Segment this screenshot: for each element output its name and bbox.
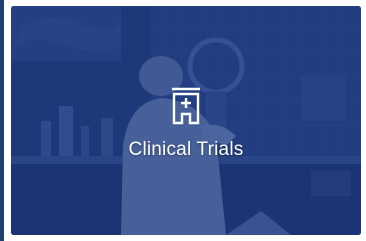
card-content: Clinical Trials: [11, 6, 361, 235]
card-title: Clinical Trials: [128, 138, 244, 160]
clinical-trials-card[interactable]: Clinical Trials: [11, 6, 361, 235]
adjacent-card-edge: [0, 0, 4, 241]
clinic-building-icon: [172, 87, 200, 124]
